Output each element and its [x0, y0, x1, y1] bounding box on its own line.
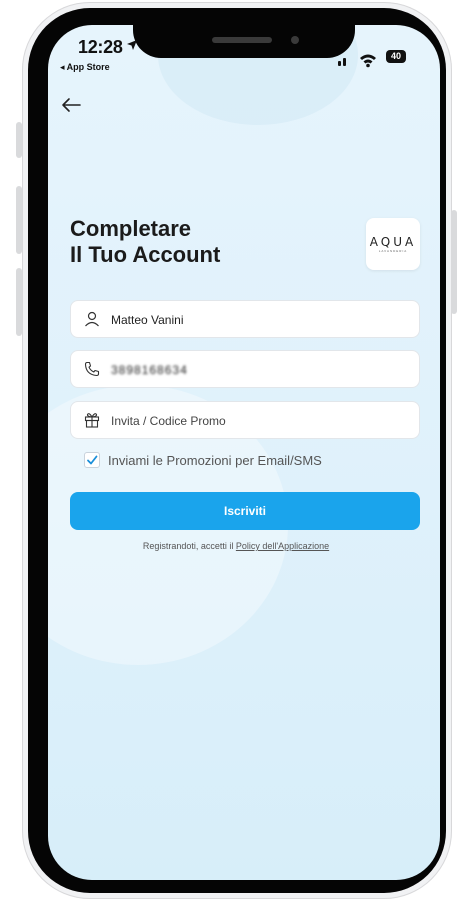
policy-notice: Registrandoti, accetti il Policy dell'Ap… [0, 541, 472, 551]
wifi-icon [360, 54, 376, 68]
promo-opt-in-label[interactable]: Inviami le Promozioni per Email/SMS [108, 453, 322, 468]
power-button [451, 210, 457, 314]
mute-switch [16, 122, 22, 158]
policy-prefix: Registrandoti, accetti il [142, 541, 236, 551]
phone-value: 3898168634 [111, 363, 188, 377]
checkmark-icon [87, 455, 98, 465]
brand-logo: AQUA LAVANDERIA [366, 218, 420, 270]
page-title: Completare Il Tuo Account [70, 216, 220, 268]
front-camera [291, 36, 299, 44]
logo-subtitle: LAVANDERIA [378, 249, 408, 253]
gift-icon [84, 413, 100, 428]
promo-code-field[interactable]: Invita / Codice Promo [70, 401, 420, 439]
signup-button[interactable]: Iscriviti [70, 492, 420, 530]
notch [133, 8, 355, 58]
promo-code-placeholder: Invita / Codice Promo [111, 414, 226, 428]
policy-link[interactable]: Policy dell'Applicazione [236, 541, 329, 551]
name-field[interactable]: Matteo Vanini [70, 300, 420, 338]
signal-icon [338, 58, 346, 66]
title-line-2: Il Tuo Account [70, 242, 221, 267]
earpiece-speaker [212, 37, 272, 43]
phone-field[interactable]: 3898168634 [70, 350, 420, 388]
back-arrow-icon[interactable] [60, 96, 82, 114]
status-time: 12:28 [78, 37, 123, 57]
phone-icon [84, 361, 100, 377]
battery-icon: 40 [386, 50, 406, 63]
title-line-1: Completare [70, 216, 192, 241]
location-arrow-icon [127, 40, 137, 50]
promo-opt-in-checkbox[interactable] [84, 452, 100, 468]
name-value: Matteo Vanini [111, 313, 184, 327]
logo-wordmark: AQUA [369, 235, 417, 249]
volume-down-button [16, 268, 22, 336]
user-icon [85, 311, 99, 327]
back-to-app-store[interactable]: ◂ App Store [60, 62, 110, 73]
volume-up-button [16, 186, 22, 254]
